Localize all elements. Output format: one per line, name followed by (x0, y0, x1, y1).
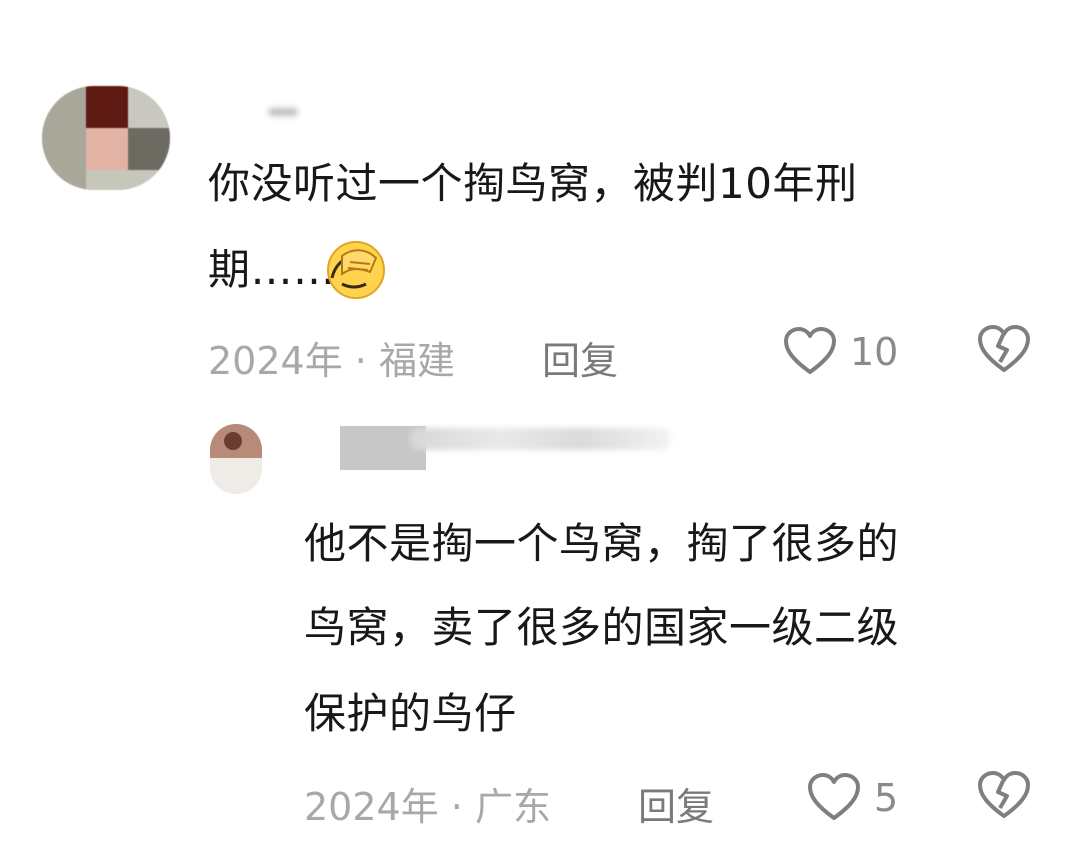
comment-meta: 2024年 · 福建 (208, 339, 455, 383)
username-blurred-extra (410, 428, 670, 450)
like-count: 5 (874, 776, 899, 820)
facepalm-emoji-icon (327, 241, 385, 299)
reply-button[interactable]: 回复 (542, 330, 618, 385)
broken-heart-icon[interactable] (976, 770, 1032, 820)
username-blurred[interactable] (268, 108, 298, 116)
like-count: 10 (850, 330, 899, 374)
heart-outline-icon[interactable] (782, 326, 838, 376)
comment-text-line: 期…… (208, 245, 336, 294)
comment-meta: 2024年 · 广东 (304, 785, 551, 829)
comment-text-line: 保护的鸟仔 (304, 689, 517, 738)
comment-text-line: 他不是掏一个鸟窝，掏了很多的 (304, 519, 900, 568)
reply-button[interactable]: 回复 (638, 776, 714, 831)
heart-outline-icon[interactable] (806, 772, 862, 822)
avatar[interactable] (210, 424, 262, 494)
broken-heart-icon[interactable] (976, 324, 1032, 374)
comment-text-line: 鸟窝，卖了很多的国家一级二级 (304, 603, 900, 652)
avatar[interactable] (42, 86, 170, 190)
comment-text-line: 你没听过一个掏鸟窝，被判10年刑 (208, 159, 858, 208)
